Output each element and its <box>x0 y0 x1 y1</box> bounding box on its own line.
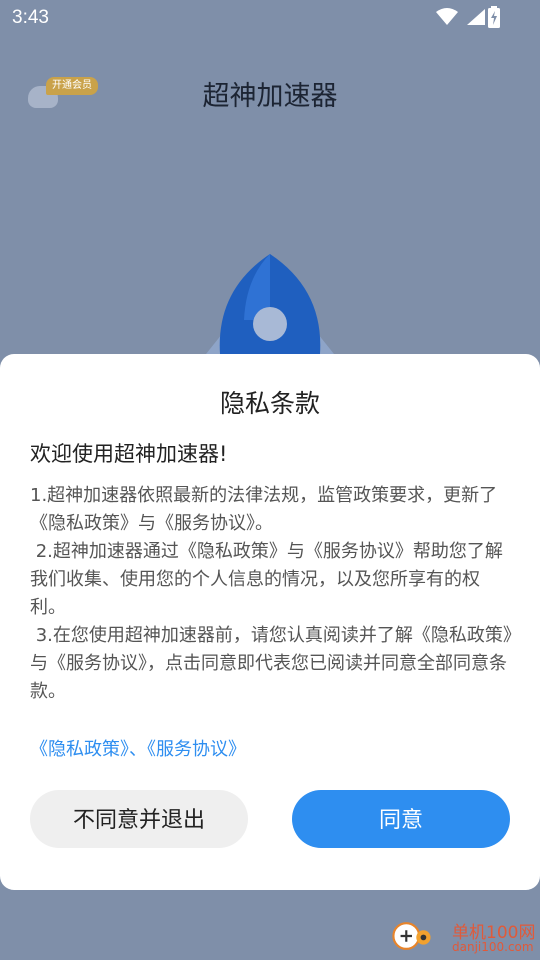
status-bar: 3:43 <box>0 0 540 36</box>
signal-icon <box>467 9 485 25</box>
rocket-icon <box>206 254 334 354</box>
link-separator: 、 <box>129 739 147 760</box>
privacy-policy-link[interactable]: 《隐私政策》 <box>30 739 129 760</box>
privacy-dialog: 隐私条款 欢迎使用超神加速器! 1.超神加速器依照最新的法律法规，监管政策要求，… <box>0 354 540 890</box>
watermark: 单机100网 danji100.com <box>390 916 540 960</box>
dialog-title: 隐私条款 <box>219 389 320 418</box>
status-time: 3:43 <box>12 7 49 28</box>
dialog-body: 1.超神加速器依照最新的法律法规，监管政策要求，更新了《隐私政策》与《服务协议》… <box>30 482 512 706</box>
paragraph-3: 3.在您使用超神加速器前，请您认真阅读并了解《隐私政策》与《服务协议》，点击同意… <box>30 625 512 702</box>
service-agreement-link[interactable]: 《服务协议》 <box>147 739 246 760</box>
paragraph-1: 1.超神加速器依照最新的法律法规，监管政策要求，更新了《隐私政策》与《服务协议》… <box>30 485 498 534</box>
welcome-heading: 欢迎使用超神加速器! <box>30 442 228 466</box>
app-title: 超神加速器 <box>202 81 338 112</box>
paragraph-2: 2.超神加速器通过《隐私政策》与《服务协议》帮助您了解我们收集、使用您的个人信息… <box>30 541 503 618</box>
watermark-url: danji100.com <box>452 940 534 954</box>
wifi-icon <box>436 8 458 25</box>
policy-links: 《隐私政策》、《服务协议》 <box>30 735 246 761</box>
agree-button[interactable]: 同意 <box>292 790 510 848</box>
battery-icon <box>488 6 500 28</box>
watermark-logo-icon <box>392 922 431 950</box>
status-icons <box>436 8 486 26</box>
decline-exit-button[interactable]: 不同意并退出 <box>30 790 248 848</box>
